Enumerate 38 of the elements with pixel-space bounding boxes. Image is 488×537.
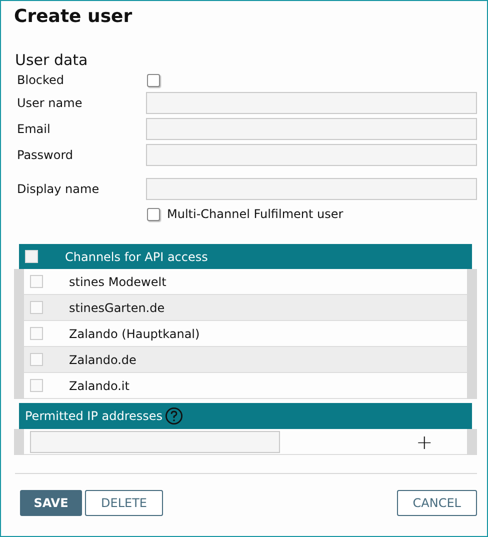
- column-header: Channels for API access: [65, 250, 208, 264]
- delete-button[interactable]: DELETE: [85, 490, 164, 516]
- field-label: Display name: [16, 182, 100, 196]
- channel-name: stinesGarten.de: [69, 300, 165, 314]
- field-label: Password: [16, 148, 74, 162]
- cancel-button[interactable]: CANCEL: [396, 490, 477, 516]
- table-row[interactable]: Zalando.de: [24, 347, 467, 373]
- column-header: Permitted IP addresses: [25, 409, 163, 423]
- input-field[interactable]: [146, 118, 477, 140]
- field-label: Email: [16, 122, 52, 136]
- add-button[interactable]: +: [416, 432, 433, 452]
- table-row[interactable]: stinesGarten.de: [24, 295, 467, 321]
- save-button[interactable]: SAVE: [20, 490, 82, 516]
- channel-name: Zalando (Hauptkanal): [69, 326, 200, 340]
- input-field[interactable]: [146, 178, 477, 200]
- select-all-checkbox[interactable]: [25, 250, 38, 263]
- section-title: User data: [15, 50, 89, 70]
- checkbox[interactable]: [147, 74, 160, 86]
- channel-name: Zalando.de: [69, 352, 136, 366]
- field-label: User name: [16, 96, 84, 110]
- checkbox[interactable]: [30, 327, 43, 340]
- checkbox[interactable]: [30, 301, 43, 314]
- help-icon[interactable]: [164, 407, 183, 425]
- ip-address-field[interactable]: [30, 430, 280, 452]
- checkbox-label: Multi-Channel Fulfilment user: [167, 207, 344, 221]
- window-title: Create user: [14, 5, 134, 29]
- checkbox[interactable]: [147, 208, 160, 220]
- input-field[interactable]: [146, 92, 477, 114]
- checkbox[interactable]: [30, 275, 43, 288]
- checkbox[interactable]: [30, 379, 43, 392]
- checkbox[interactable]: [30, 353, 43, 366]
- input-field[interactable]: [146, 144, 477, 166]
- table-row[interactable]: stines Modewelt: [24, 269, 467, 295]
- table-row[interactable]: Zalando (Hauptkanal): [24, 321, 467, 347]
- table-row[interactable]: Zalando.it: [24, 373, 467, 399]
- channel-name: Zalando.it: [69, 378, 130, 392]
- channel-name: stines Modewelt: [69, 274, 166, 288]
- field-label: Blocked: [16, 73, 66, 87]
